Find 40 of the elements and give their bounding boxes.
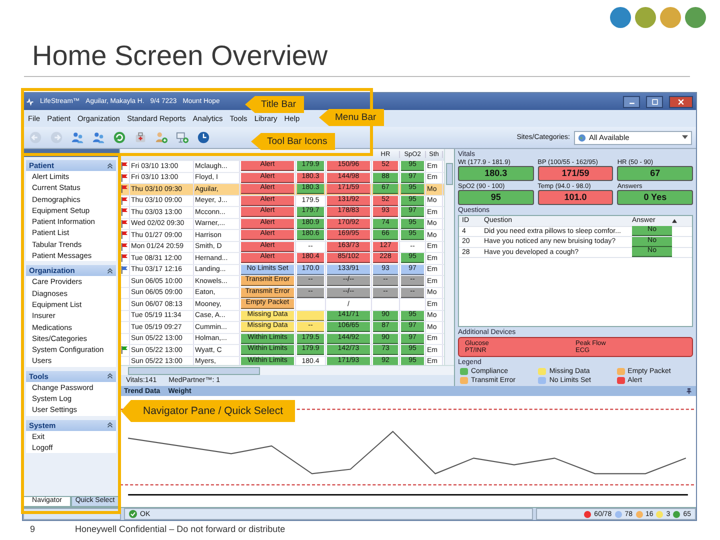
vital-value: 180.3 xyxy=(458,166,534,181)
people-icon[interactable] xyxy=(90,130,107,145)
decorative-dot-icon xyxy=(660,7,681,28)
vital-value: 171/59 xyxy=(538,166,614,181)
dropdown-caret-icon xyxy=(682,135,688,140)
horizontal-scrollbar[interactable] xyxy=(120,365,454,375)
close-icon xyxy=(677,98,685,106)
chevron-icon[interactable] xyxy=(107,422,113,428)
callout-label: Menu Bar xyxy=(319,109,384,126)
sort-arrow-icon xyxy=(672,218,677,223)
chevron-icon[interactable] xyxy=(107,268,113,274)
chevron-icon[interactable] xyxy=(107,162,113,168)
page-number: 9 xyxy=(30,524,36,534)
decorative-dot-icon xyxy=(685,7,706,28)
vertical-scrollbar[interactable] xyxy=(444,149,454,365)
clock-icon[interactable] xyxy=(195,130,212,145)
refresh-icon[interactable] xyxy=(111,130,128,145)
maximize-icon xyxy=(650,98,658,106)
check-icon xyxy=(129,510,137,518)
slide-title: Home Screen Overview xyxy=(32,40,328,72)
vital-value: 67 xyxy=(617,166,693,181)
decorative-dot-icon xyxy=(610,7,631,28)
close-button[interactable] xyxy=(669,96,693,108)
vital-value: 101.0 xyxy=(538,190,614,205)
vital-value: 95 xyxy=(458,190,534,205)
globe-icon xyxy=(578,134,586,142)
decorative-dot-icon xyxy=(635,7,656,28)
footer-text: Honeywell Confidential – Do not forward or distribute xyxy=(75,524,286,534)
add-device-icon[interactable] xyxy=(174,130,191,145)
vital-value: 0 Yes xyxy=(617,190,693,205)
app-icon xyxy=(26,98,34,106)
minimize-button[interactable] xyxy=(623,96,640,108)
add-user-icon[interactable] xyxy=(153,130,170,145)
callout-label: Title Bar xyxy=(245,96,304,113)
callout-label: Navigator Pane / Quick Select xyxy=(121,400,296,422)
maximize-button[interactable] xyxy=(646,96,663,108)
pin-icon[interactable] xyxy=(686,388,692,394)
people-icon[interactable] xyxy=(69,130,86,145)
callout-label: Tool Bar Icons xyxy=(251,133,336,150)
chevron-icon[interactable] xyxy=(107,373,113,380)
